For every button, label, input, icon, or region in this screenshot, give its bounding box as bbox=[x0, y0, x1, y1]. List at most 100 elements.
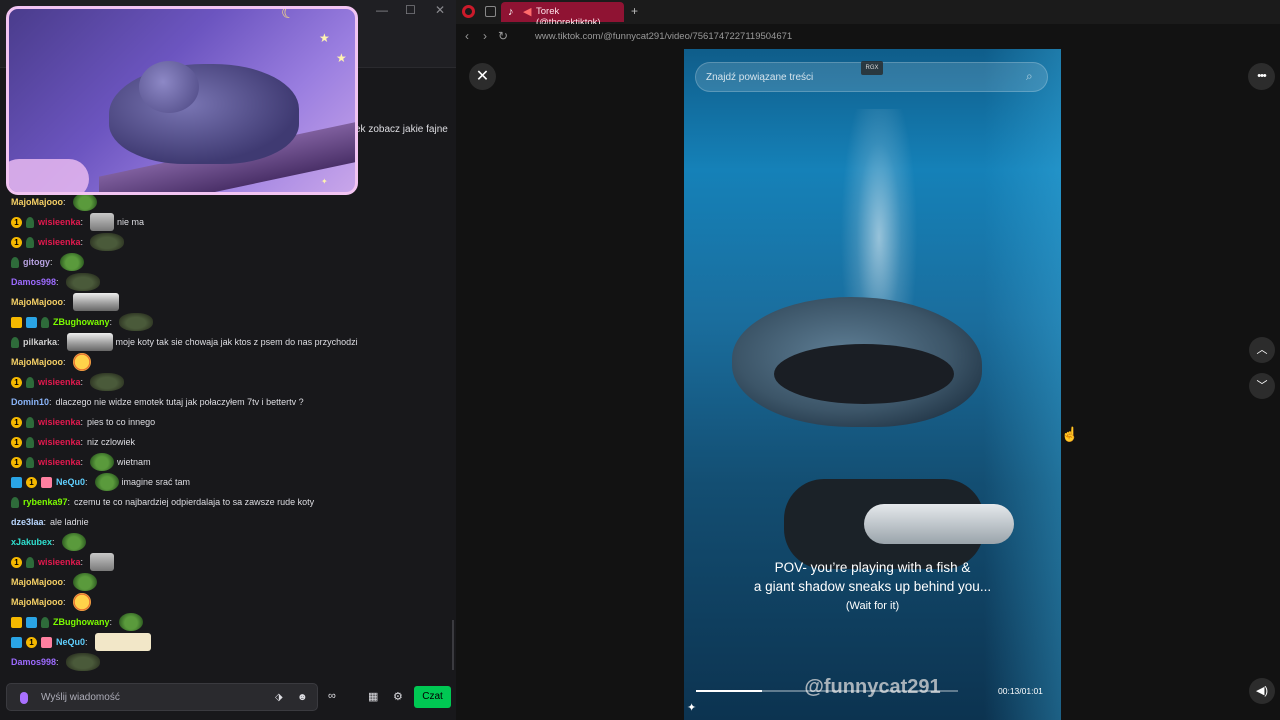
audio-playing-icon[interactable]: ◀ bbox=[523, 5, 531, 18]
tab-islands-icon[interactable] bbox=[485, 6, 496, 17]
sprout-badge-icon[interactable] bbox=[26, 376, 34, 388]
crown-badge-icon[interactable] bbox=[11, 316, 22, 328]
emote-pepe[interactable] bbox=[94, 473, 119, 491]
next-video-button[interactable]: ﹀ bbox=[1249, 373, 1275, 399]
chat-username[interactable]: wisieenka bbox=[38, 437, 81, 447]
coin-badge-icon[interactable]: 1 bbox=[11, 556, 22, 568]
prime-badge-icon[interactable] bbox=[11, 476, 22, 488]
prime-badge-icon[interactable] bbox=[26, 616, 37, 628]
sprout-badge-icon[interactable] bbox=[26, 556, 34, 568]
coin-badge-icon[interactable]: 1 bbox=[26, 636, 37, 648]
chat-username[interactable]: MajoMajooo bbox=[11, 597, 63, 607]
coin-badge-icon[interactable]: 1 bbox=[11, 236, 22, 248]
chat-message-input[interactable]: Wyślij wiadomość ⬗ ☻ bbox=[6, 683, 318, 711]
sprout-badge-icon[interactable] bbox=[26, 456, 34, 468]
coin-badge-icon[interactable]: 1 bbox=[11, 416, 22, 428]
chat-username[interactable]: wisieenka bbox=[38, 417, 81, 427]
emote-toad[interactable] bbox=[65, 273, 100, 291]
bits-icon[interactable]: ⬗ bbox=[275, 692, 283, 703]
emote-pepe[interactable] bbox=[90, 453, 115, 471]
coin-badge-icon[interactable]: 1 bbox=[11, 216, 22, 228]
sprout-badge-icon[interactable] bbox=[26, 236, 34, 248]
chat-username[interactable]: dze3laa bbox=[11, 517, 44, 527]
chat-username[interactable]: xJakubex bbox=[11, 537, 52, 547]
chat-settings-icon[interactable]: ⚙ bbox=[393, 690, 403, 703]
url-field[interactable]: www.tiktok.com/@funnycat291/video/756174… bbox=[535, 31, 792, 42]
chat-username[interactable]: wisieenka bbox=[38, 377, 81, 387]
gift-badge-icon[interactable] bbox=[41, 636, 52, 648]
reload-icon[interactable]: ↻ bbox=[498, 29, 508, 43]
sprout-badge-icon[interactable] bbox=[11, 496, 19, 508]
emote-pepe[interactable] bbox=[119, 613, 144, 631]
emote-toad[interactable] bbox=[119, 313, 154, 331]
chat-username[interactable]: ZBughowany bbox=[53, 617, 110, 627]
maximize-button[interactable]: ☐ bbox=[405, 3, 416, 17]
chat-username[interactable]: rybenka97 bbox=[23, 497, 68, 507]
sprout-badge-icon[interactable] bbox=[26, 216, 34, 228]
previous-video-button[interactable]: ︿ bbox=[1249, 337, 1275, 363]
emote-pepe[interactable] bbox=[61, 533, 86, 551]
sprout-badge-icon[interactable] bbox=[41, 316, 49, 328]
video-progress-bar[interactable] bbox=[696, 690, 958, 692]
minimize-button[interactable]: — bbox=[376, 3, 388, 17]
chat-username[interactable]: MajoMajooo bbox=[11, 357, 63, 367]
volume-button[interactable]: ◀) bbox=[1249, 678, 1275, 704]
chat-username[interactable]: Domin10 bbox=[11, 397, 49, 407]
chat-username[interactable]: Damos998 bbox=[11, 277, 56, 287]
emote-wide[interactable] bbox=[72, 293, 119, 311]
chat-username[interactable]: MajoMajooo bbox=[11, 297, 63, 307]
chat-send-button[interactable]: Czat bbox=[414, 686, 451, 708]
more-options-button[interactable]: ••• bbox=[1248, 63, 1275, 90]
tab-tiktok[interactable]: ♪ ◀ Torek (@thorektiktok) bbox=[501, 2, 624, 28]
chat-username[interactable]: MajoMajooo bbox=[11, 197, 63, 207]
sprout-badge-icon[interactable] bbox=[41, 616, 49, 628]
back-icon[interactable]: ‹ bbox=[465, 29, 469, 43]
prime-badge-icon[interactable] bbox=[11, 636, 22, 648]
crown-badge-icon[interactable] bbox=[11, 616, 22, 628]
emote-laugh[interactable] bbox=[72, 353, 91, 371]
emote-toad[interactable] bbox=[65, 653, 100, 671]
gift-badge-icon[interactable] bbox=[41, 476, 52, 488]
chat-scrollbar[interactable] bbox=[452, 620, 454, 670]
close-video-button[interactable]: ✕ bbox=[469, 63, 496, 90]
chat-username[interactable]: wisieenka bbox=[38, 557, 81, 567]
search-icon[interactable]: ⌕ bbox=[1026, 69, 1033, 84]
emote-wide[interactable] bbox=[66, 333, 113, 351]
emote-pepe[interactable] bbox=[72, 193, 97, 211]
coin-badge-icon[interactable]: 1 bbox=[26, 476, 37, 488]
sprout-badge-icon[interactable] bbox=[11, 336, 19, 348]
sprout-badge-icon[interactable] bbox=[11, 256, 19, 268]
chat-username[interactable]: NeQu0 bbox=[56, 637, 85, 647]
chat-username[interactable]: wisieenka bbox=[38, 457, 81, 467]
emote-toad[interactable] bbox=[90, 373, 125, 391]
chat-username[interactable]: NeQu0 bbox=[56, 477, 85, 487]
coin-badge-icon[interactable]: 1 bbox=[11, 376, 22, 388]
close-window-button[interactable]: ✕ bbox=[435, 3, 445, 17]
store-icon[interactable]: ▦ bbox=[368, 690, 378, 703]
emote-face[interactable] bbox=[90, 213, 115, 231]
sprout-badge-icon[interactable] bbox=[26, 436, 34, 448]
chat-username[interactable]: pilkarka bbox=[23, 337, 57, 347]
emote-cream[interactable] bbox=[94, 633, 151, 651]
forward-icon[interactable]: › bbox=[483, 29, 487, 43]
chat-username[interactable]: ZBughowany bbox=[53, 317, 110, 327]
chat-username[interactable]: Damos998 bbox=[11, 657, 56, 667]
chat-username[interactable]: MajoMajooo bbox=[11, 577, 63, 587]
chat-message-list[interactable]: MajoMajooo:1 wisieenka: nie ma 1 wisieenka: g… bbox=[0, 192, 452, 672]
microphone-icon[interactable] bbox=[20, 692, 28, 704]
chat-username[interactable]: wisieenka bbox=[38, 237, 81, 247]
channel-points-icon[interactable]: ∞ bbox=[328, 690, 336, 702]
coin-badge-icon[interactable]: 1 bbox=[11, 456, 22, 468]
new-tab-button[interactable]: + bbox=[631, 4, 638, 18]
chat-username[interactable]: wisieenka bbox=[38, 217, 81, 227]
prime-badge-icon[interactable] bbox=[26, 316, 37, 328]
sprout-badge-icon[interactable] bbox=[26, 416, 34, 428]
emoji-picker-icon[interactable]: ☻ bbox=[297, 692, 308, 703]
emote-face[interactable] bbox=[90, 553, 115, 571]
emote-pepe[interactable] bbox=[72, 573, 97, 591]
video-player[interactable]: Znajdź powiązane treści ⌕ RGX POV- you’r… bbox=[684, 49, 1061, 720]
emote-laugh[interactable] bbox=[72, 593, 91, 611]
chat-username[interactable]: gitogy bbox=[23, 257, 50, 267]
coin-badge-icon[interactable]: 1 bbox=[11, 436, 22, 448]
emote-pepe[interactable] bbox=[59, 253, 84, 271]
